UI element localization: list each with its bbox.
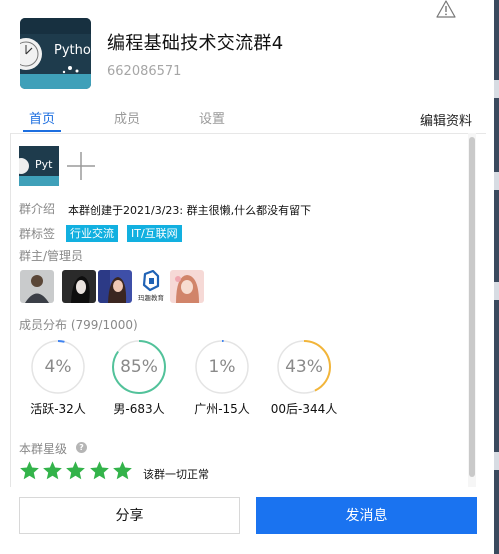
ring-age-label: 00后-344人 [270,402,338,416]
album-photo-text: Pyt [35,158,53,171]
rating-status: 该群一切正常 [143,468,209,481]
star-icon [65,460,86,481]
warning-icon[interactable] [436,0,456,18]
ring-active-percent: 4% [44,357,72,377]
admin-avatar-1[interactable] [20,270,54,303]
distribution-label: 成员分布 (799/1000) [19,316,138,333]
edit-profile-link[interactable]: 编辑资料 [420,110,472,129]
admin-avatar-5[interactable] [170,270,204,303]
scrollbar-thumb[interactable] [469,137,475,477]
avatar-text: Pytho [54,43,91,58]
distribution-count: (799/1000) [70,318,138,332]
tab-settings[interactable]: 设置 [199,108,225,127]
admin-avatar-3[interactable] [98,270,132,303]
content-panel [10,133,476,487]
intro-text: 本群创建于2021/3/23: 群主很懒,什么都没有留下 [68,204,312,217]
window-edge [494,0,499,554]
admin-avatar-2[interactable] [62,270,96,303]
ring-age: 43% [276,339,332,395]
help-icon[interactable]: ? [76,442,87,453]
admin-logo-text: 玛趣教育 [138,293,165,302]
group-id: 662086571 [107,64,182,79]
tab-home[interactable]: 首页 [29,108,55,127]
send-message-button[interactable]: 发消息 [256,497,477,534]
ring-city-percent: 1% [208,357,236,377]
ring-city-label: 广州-15人 [194,402,250,416]
ring-active: 4% [30,339,86,395]
admin-logo-avatar[interactable]: 玛趣教育 [134,270,168,303]
star-icon [42,460,63,481]
ring-male-label: 男-683人 [113,402,165,416]
tab-members[interactable]: 成员 [114,108,140,127]
admins-label: 群主/管理员 [19,249,84,263]
add-photo-icon[interactable] [65,150,97,182]
tag-it[interactable]: IT/互联网 [127,225,182,242]
star-icon [112,460,133,481]
star-icon [89,460,110,481]
ring-active-label: 活跃-32人 [30,402,86,416]
tags-label: 群标签 [19,227,56,241]
ring-male-percent: 85% [120,357,158,377]
group-title: 编程基础技术交流群4 [107,33,284,54]
group-avatar[interactable]: Pytho [20,18,91,89]
ring-age-percent: 43% [285,357,323,377]
star-icon [19,460,40,481]
intro-label: 群介绍 [19,202,56,216]
ring-city: 1% [194,339,250,395]
tag-industry[interactable]: 行业交流 [66,225,118,242]
share-button[interactable]: 分享 [19,497,240,534]
rating-label: 本群星级 [19,442,68,456]
album-photo[interactable]: Pyt [19,146,59,186]
active-tab-indicator [23,130,61,132]
ring-male: 85% [111,339,167,395]
distribution-title: 成员分布 [19,318,68,332]
